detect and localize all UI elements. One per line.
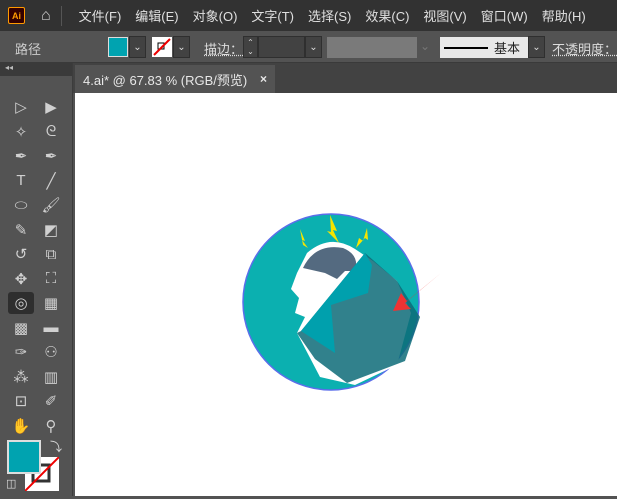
puppet-warp-tool-icon[interactable]: ✥ (8, 268, 34, 290)
chevron-down-icon[interactable]: ⌄ (129, 36, 146, 58)
collapse-icon[interactable]: ◂◂ (0, 63, 72, 76)
menu-item[interactable]: 效果(C) (358, 6, 416, 25)
menu-item[interactable]: 视图(V) (416, 6, 473, 25)
variable-width-profile[interactable] (327, 37, 417, 58)
paintbrush-tool-icon[interactable]: 🖌 (38, 194, 64, 216)
brush-style-select[interactable]: 基本 (440, 37, 528, 58)
stroke-swatch[interactable] (152, 37, 172, 57)
chevron-down-icon[interactable]: ⌄ (173, 36, 190, 58)
fill-color-swatch-front[interactable] (7, 440, 41, 474)
tools-panel: ◂◂ ▷ ▶ ✧ ᘓ ✒ ✒ T ╱ ⬭ 🖌 ✎ ◩ ↺ ⧉ ✥ ⛶ ◎ ▦ ▩ ▬ ✑ ⚇ ⁂ ▥ ⊡ ✐ ✋ ⚲ ⤵ ◫ (0, 63, 73, 496)
free-transform-tool-icon[interactable]: ⛶ (38, 268, 64, 290)
rotate-tool-icon[interactable]: ↺ (8, 243, 34, 265)
pen-tool-icon[interactable]: ✒ (8, 145, 34, 167)
magic-wand-tool-icon[interactable]: ✧ (8, 121, 34, 143)
default-colors-icon[interactable]: ◫ (6, 477, 16, 490)
stroke-weight-input[interactable] (258, 36, 305, 58)
ai-logo: Ai (8, 7, 25, 24)
home-icon[interactable]: ⌂ (41, 7, 51, 25)
stroke-stepper[interactable]: ⌃ ⌄ (243, 36, 258, 58)
object-type-label: 路径 (15, 42, 42, 57)
zoom-tool-icon[interactable]: ⚲ (38, 415, 64, 437)
slice-tool-icon[interactable]: ✐ (38, 390, 64, 412)
menu-item[interactable]: 帮助(H) (535, 6, 593, 25)
eyedropper-tool-icon[interactable]: ✑ (8, 341, 34, 363)
document-tab[interactable]: 4.ai* @ 67.83 % (RGB/预览) × (75, 65, 275, 93)
opacity-label: 不透明度： (552, 42, 617, 57)
curvature-tool-icon[interactable]: ✒ (38, 145, 64, 167)
stroke-line-preview (444, 46, 488, 49)
brush-style-label: 基本 (494, 41, 521, 56)
column-graph-tool-icon[interactable]: ▥ (38, 366, 64, 388)
menu-item[interactable]: 窗口(W) (474, 6, 535, 25)
fill-swatch[interactable] (108, 37, 128, 57)
menu-item[interactable]: 文字(T) (244, 6, 301, 25)
document-tab-bar: 4.ai* @ 67.83 % (RGB/预览) × (0, 63, 617, 93)
line-tool-icon[interactable]: ╱ (38, 170, 64, 192)
blend-tool-icon[interactable]: ⚇ (38, 341, 64, 363)
artwork[interactable] (75, 93, 617, 496)
shape-builder-tool-icon[interactable]: ◎ (8, 292, 34, 314)
chevron-down-icon[interactable]: ⌄ (528, 36, 545, 58)
artboard-tool-icon[interactable]: ⊡ (8, 390, 34, 412)
shaper-tool-icon[interactable]: ✎ (8, 219, 34, 241)
chevron-down-icon: ⌄ (420, 39, 431, 53)
perspective-grid-tool-icon[interactable]: ▦ (38, 292, 64, 314)
swap-colors-icon[interactable]: ⤵ (50, 438, 62, 455)
menu-item[interactable]: 编辑(E) (128, 6, 185, 25)
close-icon[interactable]: × (260, 72, 267, 86)
menu-item[interactable]: 对象(O) (186, 6, 245, 25)
eraser-tool-icon[interactable]: ◩ (38, 219, 64, 241)
direct-selection-tool-icon[interactable]: ▶ (38, 96, 64, 118)
lasso-tool-icon[interactable]: ᘓ (38, 121, 64, 143)
divider (60, 5, 62, 26)
document-tab-title: 4.ai* @ 67.83 % (RGB/预览) (83, 72, 248, 88)
mesh-tool-icon[interactable]: ▩ (8, 317, 34, 339)
symbol-sprayer-tool-icon[interactable]: ⁂ (8, 366, 34, 388)
chevron-down-icon[interactable]: ⌄ (305, 36, 322, 58)
type-tool-icon[interactable]: T (8, 170, 34, 192)
control-bar: 路径 ⌄ ⌄ 描边： ⌃ ⌄ ⌄ ⌄ 基本 ⌄ 不透明度： (0, 31, 617, 63)
menu-item[interactable]: 选择(S) (301, 6, 358, 25)
artboard-canvas[interactable] (75, 93, 617, 496)
gradient-tool-icon[interactable]: ▬ (38, 317, 64, 339)
menu-bar: Ai ⌂ 文件(F) 编辑(E) 对象(O) 文字(T) 选择(S) 效果(C) 视图(V)… (0, 0, 617, 31)
menu-item[interactable]: 文件(F) (72, 6, 129, 25)
stroke-label: 描边： (204, 42, 244, 57)
selection-tool-icon[interactable]: ▷ (8, 96, 34, 118)
scale-tool-icon[interactable]: ⧉ (38, 243, 64, 265)
ellipse-tool-icon[interactable]: ⬭ (8, 194, 34, 216)
hand-tool-icon[interactable]: ✋ (8, 415, 34, 437)
